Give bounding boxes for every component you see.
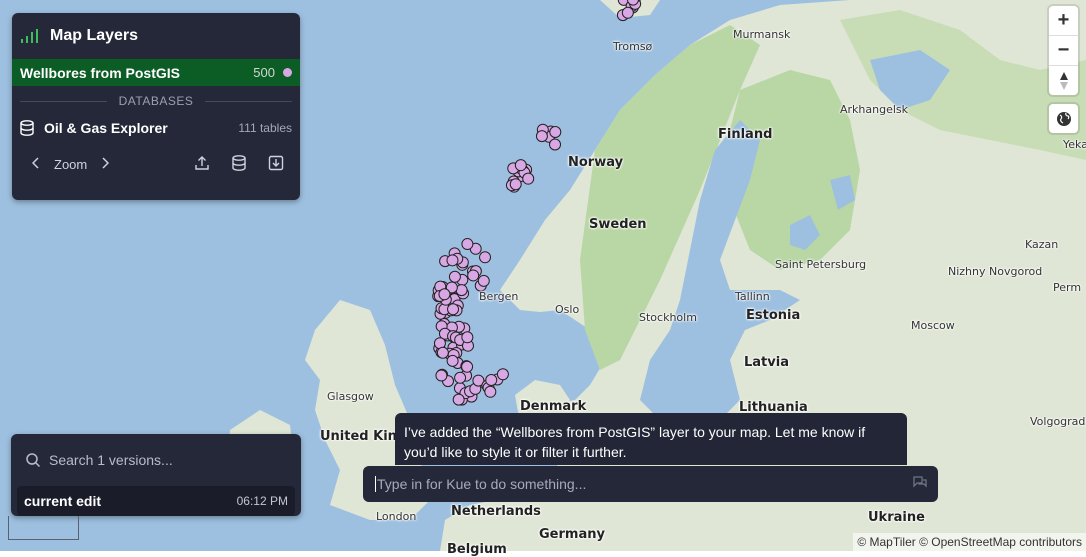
zoom-label: Zoom [54,156,88,172]
panel-title: Map Layers [50,27,139,44]
zoom-controls: Zoom [12,148,300,180]
country-label: Denmark [520,399,587,414]
country-label: Finland [718,127,773,142]
map-attribution: © MapTiler © OpenStreetMap contributors [853,533,1086,551]
country-label: Estonia [746,308,801,323]
database-icon[interactable] [232,154,246,174]
city-label: Perm [1053,281,1082,294]
zoom-in-button[interactable]: + [1049,6,1078,36]
wellbore-point[interactable] [485,374,498,387]
wellbore-point[interactable] [461,331,474,344]
country-label: Netherlands [451,504,541,519]
country-label: Latvia [744,355,789,370]
wellbore-point[interactable] [461,360,474,373]
text-cursor [375,476,376,492]
wellbore-point[interactable] [455,284,468,297]
city-label: Glasgow [327,390,374,403]
wellbore-point[interactable] [496,368,509,381]
wellbore-point[interactable] [535,130,548,143]
wellbore-point[interactable] [514,159,527,172]
compass-button[interactable] [1049,66,1078,95]
city-label: Moscow [911,319,955,332]
search-icon [26,453,41,468]
database-name: Oil & Gas Explorer [44,120,168,136]
version-search[interactable]: Search 1 versions... [11,434,301,486]
database-icon [20,120,34,136]
assistant-message: I’ve added the “Wellbores from PostGIS” … [395,413,907,465]
country-label: Germany [539,527,605,542]
signal-bars-icon [21,29,38,43]
wellbore-point[interactable] [621,6,634,19]
city-label: Tromsø [613,40,653,53]
chevron-left-icon[interactable] [31,156,40,172]
panel-resize-handle[interactable] [8,516,79,540]
wellbore-point[interactable] [522,172,535,185]
city-label: Volgograd [1030,415,1086,428]
zoom-out-button[interactable]: − [1049,36,1078,66]
section-divider: DATABASES [20,94,292,108]
wellbore-point[interactable] [509,178,522,191]
wellbore-point[interactable] [461,238,474,251]
wellbore-point[interactable] [435,369,448,382]
city-label: Saint Petersburg [775,258,867,271]
city-label: London [376,510,417,523]
version-item[interactable]: current edit 06:12 PM [17,486,295,516]
database-table-count: 111 tables [238,121,292,135]
country-label: Belgium [447,542,507,557]
compass-icon [1059,71,1068,90]
city-label: Bergen [479,290,519,303]
section-label: DATABASES [118,94,194,108]
wellbore-point[interactable] [479,251,492,264]
wellbore-point[interactable] [438,288,451,301]
city-label: Stockholm [639,311,697,324]
chat-input[interactable]: Type in for Kue to do something... [363,466,938,502]
download-icon[interactable] [268,155,284,174]
country-label: Sweden [589,217,647,232]
wellbore-point[interactable] [467,269,480,282]
globe-button[interactable] [1049,104,1078,133]
wellbore-point[interactable] [484,385,497,398]
city-label: Tallinn [735,290,770,303]
wellbore-point[interactable] [436,346,449,359]
layer-color-swatch[interactable] [283,68,292,77]
wellbore-point[interactable] [447,303,460,316]
database-item[interactable]: Oil & Gas Explorer 111 tables [12,108,300,148]
wellbore-point[interactable] [446,254,459,267]
layer-item-wellbores[interactable]: Wellbores from PostGIS 500 [12,59,300,86]
upload-icon[interactable] [194,155,210,174]
city-label: Oslo [555,303,580,316]
wellbore-point[interactable] [454,371,467,384]
globe-control [1049,104,1078,133]
country-label: Ukraine [868,510,925,525]
panel-header: Map Layers [12,13,300,59]
wellbore-point[interactable] [549,138,562,151]
city-label: Arkhangelsk [840,103,909,116]
wellbore-point[interactable] [448,270,461,283]
globe-icon [1056,111,1071,126]
city-label: Nizhny Novgorod [948,265,1043,278]
chevron-right-icon[interactable] [101,156,110,172]
wellbore-point[interactable] [549,126,562,139]
chat-input-placeholder: Type in for Kue to do something... [377,476,587,492]
layer-name: Wellbores from PostGIS [20,64,180,81]
wellbore-point[interactable] [452,393,465,406]
wellbore-point[interactable] [446,354,459,367]
city-label: Kazan [1025,238,1059,251]
zoom-control-group: + − [1049,6,1078,95]
city-label: Murmansk [733,28,791,41]
map-layers-panel: Map Layers Wellbores from PostGIS 500 DA… [12,13,300,200]
layer-feature-count: 500 [253,65,275,80]
versions-panel: Search 1 versions... current edit 06:12 … [11,434,301,516]
version-name: current edit [24,493,102,509]
version-time: 06:12 PM [236,494,288,508]
country-label: Norway [568,155,624,170]
send-icon[interactable] [912,475,928,494]
wellbore-point[interactable] [477,274,490,287]
city-label: Yeka [1063,138,1086,151]
search-input[interactable]: Search 1 versions... [49,452,173,468]
